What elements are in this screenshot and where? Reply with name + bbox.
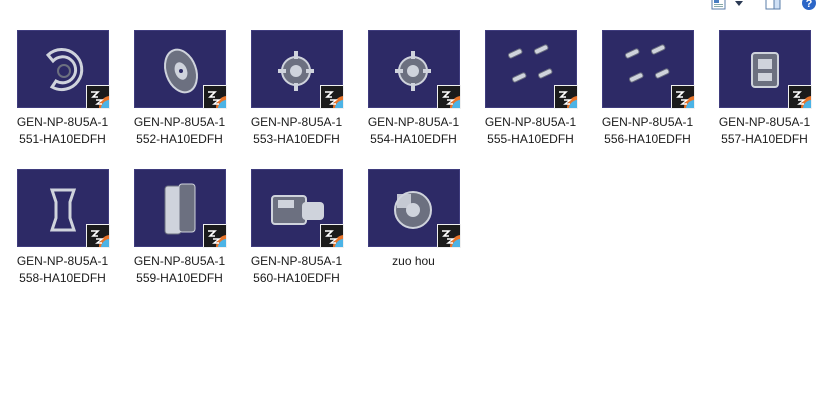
file-name-label: GEN-NP-8U5A-1558-HA10EDFH: [16, 254, 109, 285]
catia-badge-icon: [436, 85, 461, 109]
file-thumbnail[interactable]: [367, 30, 461, 109]
file-name-label: GEN-NP-8U5A-1560-HA10EDFH: [250, 254, 343, 285]
file-item[interactable]: GEN-NP-8U5A-1556-HA10EDFH: [589, 30, 706, 148]
catia-badge-icon: [319, 85, 344, 109]
file-thumbnail[interactable]: [250, 30, 344, 109]
file-name-label: zuo hou: [392, 254, 435, 268]
catia-badge-icon: [202, 224, 227, 248]
file-thumbnail[interactable]: [16, 169, 110, 248]
file-thumbnail[interactable]: [133, 169, 227, 248]
file-item[interactable]: GEN-NP-8U5A-1559-HA10EDFH: [121, 169, 238, 287]
file-name-label: GEN-NP-8U5A-1554-HA10EDFH: [367, 115, 460, 146]
file-thumbnail[interactable]: [367, 169, 461, 248]
file-item[interactable]: GEN-NP-8U5A-1560-HA10EDFH: [238, 169, 355, 287]
file-name-label: GEN-NP-8U5A-1553-HA10EDFH: [250, 115, 343, 146]
catia-badge-icon: [319, 224, 344, 248]
file-item[interactable]: GEN-NP-8U5A-1552-HA10EDFH: [121, 30, 238, 148]
catia-badge-icon: [670, 85, 695, 109]
file-thumbnail[interactable]: [484, 30, 578, 109]
file-item[interactable]: GEN-NP-8U5A-1554-HA10EDFH: [355, 30, 472, 148]
file-item[interactable]: GEN-NP-8U5A-1553-HA10EDFH: [238, 30, 355, 148]
file-item[interactable]: GEN-NP-8U5A-1551-HA10EDFH: [4, 30, 121, 148]
file-name-label: GEN-NP-8U5A-1552-HA10EDFH: [133, 115, 226, 146]
catia-badge-icon: [202, 85, 227, 109]
file-item[interactable]: GEN-NP-8U5A-1555-HA10EDFH: [472, 30, 589, 148]
catia-badge-icon: [85, 85, 110, 109]
catia-badge-icon: [787, 85, 812, 109]
file-grid: GEN-NP-8U5A-1551-HA10EDFH GEN-NP-8U5A-15…: [0, 0, 825, 408]
file-name-label: GEN-NP-8U5A-1557-HA10EDFH: [718, 115, 811, 146]
file-thumbnail[interactable]: [601, 30, 695, 109]
file-item[interactable]: zuo hou: [355, 169, 472, 270]
catia-badge-icon: [85, 224, 110, 248]
file-item[interactable]: GEN-NP-8U5A-1558-HA10EDFH: [4, 169, 121, 287]
file-name-label: GEN-NP-8U5A-1556-HA10EDFH: [601, 115, 694, 146]
file-thumbnail[interactable]: [718, 30, 812, 109]
catia-badge-icon: [553, 85, 578, 109]
file-name-label: GEN-NP-8U5A-1551-HA10EDFH: [16, 115, 109, 146]
file-thumbnail[interactable]: [16, 30, 110, 109]
file-name-label: GEN-NP-8U5A-1555-HA10EDFH: [484, 115, 577, 146]
file-thumbnail[interactable]: [133, 30, 227, 109]
catia-badge-icon: [436, 224, 461, 248]
file-name-label: GEN-NP-8U5A-1559-HA10EDFH: [133, 254, 226, 285]
file-thumbnail[interactable]: [250, 169, 344, 248]
file-item[interactable]: GEN-NP-8U5A-1557-HA10EDFH: [706, 30, 823, 148]
